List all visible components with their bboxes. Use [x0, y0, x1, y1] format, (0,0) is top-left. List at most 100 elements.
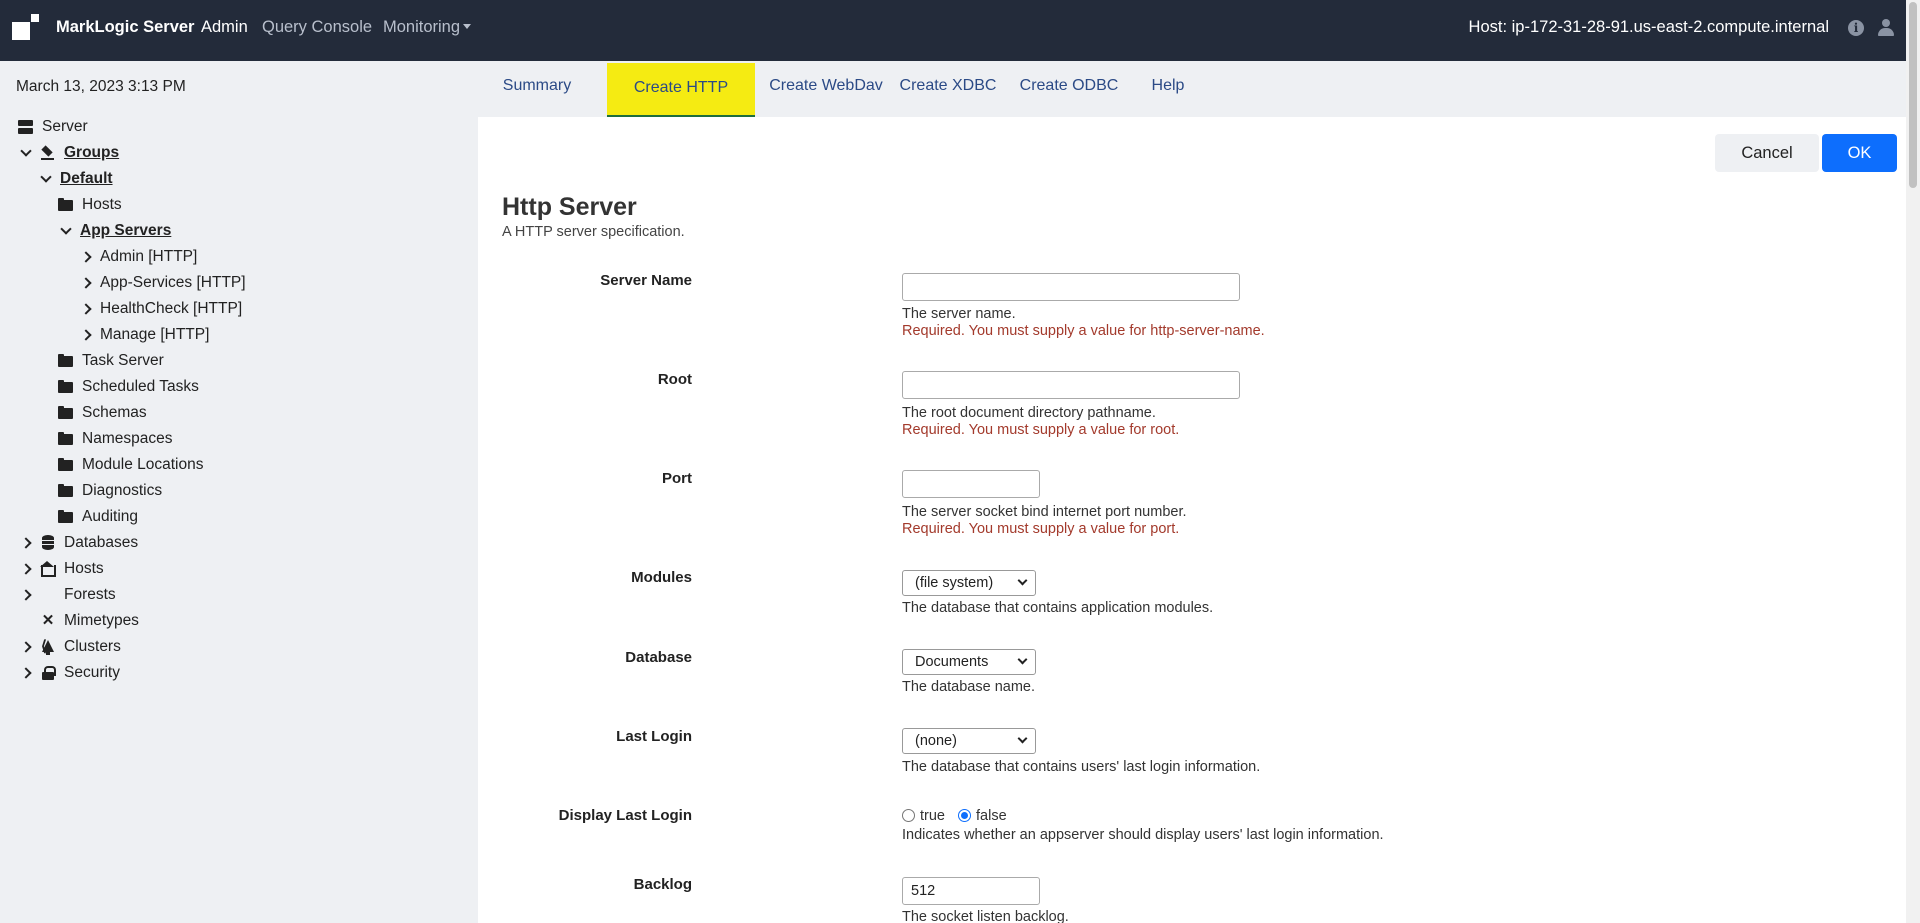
- chevron-right-icon[interactable]: [20, 641, 32, 653]
- tree-item-mimetypes[interactable]: ✕ Mimetypes: [20, 608, 139, 634]
- chevron-right-icon[interactable]: [80, 277, 92, 289]
- modules-description: The database that contains application m…: [902, 600, 1214, 616]
- database-select[interactable]: Documents: [902, 649, 1036, 675]
- brand-name[interactable]: MarkLogic Server: [56, 18, 194, 37]
- share-icon: [40, 637, 56, 655]
- server-name-label: Server Name: [600, 272, 692, 289]
- tree-item-label: Schemas: [82, 404, 147, 421]
- database-selected-value: Documents: [915, 654, 989, 670]
- tree-item-label: Hosts: [82, 196, 122, 213]
- tree-item-label: Namespaces: [82, 430, 173, 447]
- server-icon: [18, 119, 34, 135]
- chevron-right-icon[interactable]: [20, 563, 32, 575]
- folder-icon: [58, 431, 74, 447]
- chevron-right-icon[interactable]: [20, 537, 32, 549]
- tree-item-security[interactable]: Security: [20, 660, 120, 686]
- display-last-login-description: Indicates whether an appserver should di…: [902, 827, 1384, 843]
- tree-item-label: Groups: [64, 144, 120, 161]
- tree-item-clusters[interactable]: Clusters: [20, 634, 121, 660]
- display-last-login-false-label[interactable]: false: [976, 808, 1007, 824]
- tab-create-odbc[interactable]: Create ODBC: [1008, 61, 1130, 118]
- tab-help[interactable]: Help: [1132, 61, 1204, 118]
- tab-summary[interactable]: Summary: [478, 61, 596, 118]
- port-description: The server socket bind internet port num…: [902, 504, 1187, 520]
- chevron-down-icon: [1017, 654, 1028, 665]
- tree-item-databases[interactable]: Databases: [20, 530, 138, 556]
- page-title: Http Server: [502, 193, 637, 221]
- page-subtitle: A HTTP server specification.: [502, 224, 685, 240]
- modules-label: Modules: [631, 569, 692, 586]
- tree-item-namespaces[interactable]: Namespaces: [58, 426, 172, 452]
- top-navigation-bar: MarkLogic Server Admin Query Console Mon…: [0, 0, 1920, 61]
- server-name-input[interactable]: [902, 273, 1240, 301]
- database-icon: [40, 535, 56, 551]
- chevron-down-icon[interactable]: [40, 173, 52, 185]
- tree-item-schemas[interactable]: Schemas: [58, 400, 147, 426]
- page-scrollbar[interactable]: [1906, 0, 1920, 923]
- sidebar: March 13, 2023 3:13 PM Server Groups Def…: [0, 61, 478, 923]
- tree-item-label: Security: [64, 664, 120, 681]
- tree-item-task-server[interactable]: Task Server: [58, 348, 164, 374]
- backlog-label: Backlog: [633, 876, 692, 893]
- tree-item-server[interactable]: Server: [18, 114, 88, 140]
- nav-admin[interactable]: Admin: [201, 18, 248, 37]
- chevron-right-icon[interactable]: [20, 589, 32, 601]
- tree-item-admin-http[interactable]: Admin [HTTP]: [80, 244, 197, 270]
- tree-item-label: Server: [42, 118, 88, 135]
- port-error: Required. You must supply a value for po…: [902, 521, 1180, 537]
- nav-query-console[interactable]: Query Console: [262, 18, 372, 37]
- tree-item-app-services-http[interactable]: App-Services [HTTP]: [80, 270, 246, 296]
- mimetypes-icon: ✕: [41, 612, 55, 629]
- root-input[interactable]: [902, 371, 1240, 399]
- chevron-right-icon[interactable]: [80, 303, 92, 315]
- last-login-select[interactable]: (none): [902, 728, 1036, 754]
- tree-item-auditing[interactable]: Auditing: [58, 504, 138, 530]
- scrollbar-thumb[interactable]: [1909, 2, 1917, 188]
- tree-item-scheduled-tasks[interactable]: Scheduled Tasks: [58, 374, 199, 400]
- layers-icon: [40, 145, 56, 161]
- tree-item-module-locations[interactable]: Module Locations: [58, 452, 204, 478]
- tree-item-groups[interactable]: Groups: [20, 140, 119, 166]
- display-last-login-true-label[interactable]: true: [920, 808, 945, 824]
- tree-item-hosts[interactable]: Hosts: [20, 556, 104, 582]
- chevron-right-icon[interactable]: [80, 251, 92, 263]
- display-last-login-false-radio[interactable]: [958, 809, 971, 822]
- chevron-right-icon[interactable]: [20, 667, 32, 679]
- chevron-right-icon[interactable]: [80, 329, 92, 341]
- tree-item-forests[interactable]: Forests: [20, 582, 116, 655]
- user-icon[interactable]: [1877, 19, 1895, 37]
- main-panel: Cancel OK Http Server A HTTP server spec…: [478, 117, 1906, 923]
- tree-item-app-servers[interactable]: App Servers: [60, 218, 171, 244]
- tree-item-label: App-Services [HTTP]: [100, 274, 246, 291]
- tree-item-label: Mimetypes: [64, 612, 139, 629]
- tree-item-label: Clusters: [64, 638, 121, 655]
- folder-icon: [58, 457, 74, 473]
- tree-item-label: Forests: [64, 586, 116, 603]
- cancel-button[interactable]: Cancel: [1715, 134, 1819, 172]
- modules-select[interactable]: (file system): [902, 570, 1036, 596]
- last-login-label: Last Login: [616, 728, 692, 745]
- tab-create-http[interactable]: Create HTTP: [607, 63, 755, 118]
- tree-item-manage-http[interactable]: Manage [HTTP]: [80, 322, 209, 348]
- tree-item-healthcheck-http[interactable]: HealthCheck [HTTP]: [80, 296, 242, 322]
- tree-item-hosts-group[interactable]: Hosts: [58, 192, 122, 218]
- marklogic-logo-icon[interactable]: [12, 14, 40, 42]
- tab-create-xdbc[interactable]: Create XDBC: [890, 61, 1006, 118]
- chevron-down-icon[interactable]: [60, 225, 72, 237]
- port-input[interactable]: [902, 470, 1040, 498]
- tab-create-webdav[interactable]: Create WebDav: [764, 61, 888, 118]
- lock-icon: [40, 665, 56, 681]
- nav-monitoring-label: Monitoring: [383, 18, 461, 36]
- tree-item-diagnostics[interactable]: Diagnostics: [58, 478, 162, 504]
- chevron-down-icon[interactable]: [20, 147, 32, 159]
- info-icon[interactable]: i: [1848, 20, 1864, 36]
- ok-button[interactable]: OK: [1822, 134, 1897, 172]
- nav-monitoring[interactable]: Monitoring: [383, 18, 472, 37]
- display-last-login-true-radio[interactable]: [902, 809, 915, 822]
- folder-icon: [58, 379, 74, 395]
- chevron-down-icon: [1017, 733, 1028, 744]
- tree-item-label: Task Server: [82, 352, 164, 369]
- tree-item-default[interactable]: Default: [40, 166, 113, 192]
- chevron-down-icon: [1017, 575, 1028, 586]
- backlog-input[interactable]: [902, 877, 1040, 905]
